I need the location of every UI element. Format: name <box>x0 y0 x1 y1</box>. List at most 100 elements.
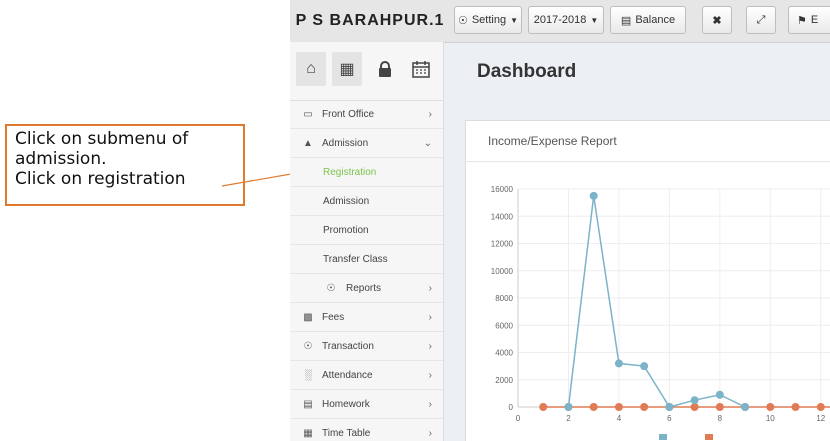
home-icon[interactable]: ⌂ <box>296 52 326 86</box>
file-icon: ▤ <box>303 398 313 410</box>
data-point-0 <box>690 396 699 405</box>
y-tick-label: 2000 <box>495 376 513 385</box>
main-content: Dashboard Income/Expense Report 0 2000 400… <box>445 42 830 441</box>
more-button[interactable]: ⚑ E <box>788 6 830 34</box>
caret-down-icon: ▼ <box>590 15 599 25</box>
x-tick-label: 10 <box>766 414 775 423</box>
sidebar-item-label: Time Table <box>322 427 371 439</box>
chevron-right-icon: › <box>428 340 432 352</box>
panel-title: Income/Expense Report <box>466 121 830 162</box>
y-tick-label: 0 <box>509 403 514 412</box>
data-point-0 <box>665 403 674 411</box>
chevron-right-icon: › <box>428 282 432 294</box>
y-tick-label: 4000 <box>495 349 513 358</box>
top-navbar: P S BARAHPUR.1 ☉ Setting ▼ 2017-2018 ▼ ▤… <box>290 0 830 43</box>
data-point-0 <box>715 390 724 399</box>
balance-button[interactable]: ▤ Balance <box>610 6 686 34</box>
data-point-0 <box>614 359 623 368</box>
globe-icon: ☉ <box>457 14 468 27</box>
y-tick-label: 10000 <box>491 267 514 276</box>
submenu-item-registration[interactable]: Registration <box>290 158 443 187</box>
caret-down-icon: ▼ <box>510 15 519 25</box>
data-point-1 <box>614 403 623 411</box>
x-tick-label: 6 <box>667 414 672 423</box>
session-dropdown[interactable]: 2017-2018 ▼ <box>528 6 604 34</box>
x-tick-label: 2 <box>566 414 571 423</box>
data-point-0 <box>564 403 573 411</box>
data-point-1 <box>589 403 598 411</box>
y-tick-label: 6000 <box>495 321 513 330</box>
sidebar-item-label: Transaction <box>322 340 374 352</box>
sidebar: ⌂ ▦ ▭ Front Office › ▲ Admission ⌄ Regis… <box>290 42 444 441</box>
balance-label: Balance <box>635 14 676 26</box>
sidebar-item-attendance[interactable]: ░ Attendance › <box>290 361 443 390</box>
expand-icon[interactable]: ⤢ <box>746 6 776 34</box>
x-tick-label: 4 <box>617 414 622 423</box>
submenu-item-label: Promotion <box>323 224 369 236</box>
page-title: Dashboard <box>477 61 577 82</box>
x-tick-label: 0 <box>516 414 521 423</box>
lock-icon[interactable] <box>370 52 400 86</box>
submenu-item-label: Registration <box>323 166 377 178</box>
submenu-item-reports[interactable]: ☉ Reports › <box>290 274 443 303</box>
sidebar-item-label: Front Office <box>322 108 375 120</box>
chevron-right-icon: › <box>428 369 432 381</box>
instruction-callout: Click on submenu of admission. Click on … <box>5 124 245 206</box>
setting-label: Setting <box>471 14 507 26</box>
calendar-icon: ▦ <box>303 427 313 439</box>
sidebar-item-admission[interactable]: ▲ Admission ⌄ <box>290 129 443 158</box>
submenu-item-transfer-class[interactable]: Transfer Class <box>290 245 443 274</box>
sidebar-item-fees[interactable]: ▩ Fees › <box>290 303 443 332</box>
data-point-0 <box>589 191 598 200</box>
submenu-item-label: Transfer Class <box>323 253 388 265</box>
more-label: E <box>810 14 819 26</box>
map-icon[interactable]: ▦ <box>332 52 362 86</box>
flag-icon: ⚑ <box>797 14 807 27</box>
legend-swatch-1 <box>705 434 713 440</box>
data-point-1 <box>791 403 800 411</box>
data-point-0 <box>640 362 649 371</box>
sidebar-item-label: Fees <box>322 311 345 323</box>
data-point-1 <box>715 403 724 411</box>
globe-icon: ☉ <box>326 282 336 294</box>
data-point-1 <box>816 403 825 411</box>
quick-links: ⌂ ▦ <box>290 42 443 101</box>
data-point-1 <box>766 403 775 411</box>
submenu-item-admission[interactable]: Admission <box>290 187 443 216</box>
sidebar-item-transaction[interactable]: ☉ Transaction › <box>290 332 443 361</box>
graduation-cap-icon: ▲ <box>303 137 313 149</box>
y-tick-label: 8000 <box>495 294 513 303</box>
callout-line-2: admission. <box>15 149 107 169</box>
income-expense-chart: 0 2000 4000 6000 8000 10000 12000 14000 16000 0 2 4… <box>491 185 830 440</box>
data-point-0 <box>741 403 750 411</box>
callout-line-1: Click on submenu of <box>15 129 189 149</box>
session-label: 2017-2018 <box>533 14 587 26</box>
school-name: P S BARAHPUR.1 <box>295 12 445 29</box>
globe-icon: ☉ <box>303 340 313 352</box>
y-tick-label: 12000 <box>491 240 514 249</box>
setting-dropdown[interactable]: ☉ Setting ▼ <box>454 6 522 34</box>
submenu-item-label: Admission <box>323 195 370 207</box>
monitor-icon: ▭ <box>303 108 313 120</box>
submenu-item-label: Reports <box>346 282 382 294</box>
income-expense-panel: Income/Expense Report 0 2000 4000 6000 8000 1… <box>465 120 830 441</box>
chevron-down-icon: ⌄ <box>423 137 432 149</box>
sidebar-item-front-office[interactable]: ▭ Front Office › <box>290 100 443 129</box>
callout-line-3: Click on registration <box>15 169 186 189</box>
bar-chart-icon: ░ <box>304 369 312 381</box>
money-icon: ▩ <box>303 311 313 323</box>
series-line-0 <box>567 195 746 408</box>
chevron-right-icon: › <box>428 108 432 120</box>
sidebar-item-homework[interactable]: ▤ Homework › <box>290 390 443 419</box>
fullscreen-icon[interactable]: ✖ <box>702 6 732 34</box>
app-window: P S BARAHPUR.1 ☉ Setting ▼ 2017-2018 ▼ ▤… <box>290 0 830 441</box>
data-point-1 <box>690 403 699 411</box>
x-tick-label: 8 <box>718 414 723 423</box>
chevron-right-icon: › <box>428 427 432 439</box>
sidebar-item-label: Homework <box>322 398 370 410</box>
chevron-right-icon: › <box>428 311 432 323</box>
sidebar-item-time-table[interactable]: ▦ Time Table › <box>290 419 443 441</box>
calendar-icon[interactable] <box>406 52 436 86</box>
database-icon: ▤ <box>620 14 632 27</box>
submenu-item-promotion[interactable]: Promotion <box>290 216 443 245</box>
